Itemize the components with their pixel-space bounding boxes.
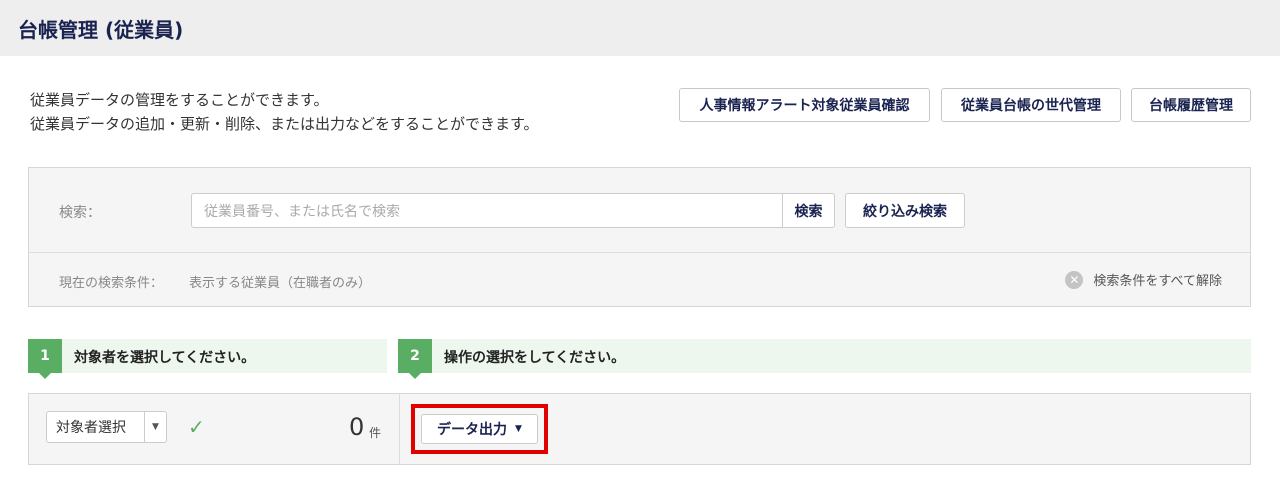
description-line-1: 従業員データの管理をすることができます。 [30, 91, 329, 109]
caret-down-icon[interactable]: ▼ [515, 424, 522, 434]
description-line-2: 従業員データの追加・更新・削除、または出力などをすることができます。 [30, 115, 539, 133]
selected-count: 0 [349, 413, 365, 441]
caret-down-icon[interactable]: ▼ [144, 412, 166, 442]
data-export-label[interactable]: データ出力 [437, 419, 507, 439]
search-panel: 検索： 従業員番号、または氏名で検索 検索 絞り込み検索 現在の検索条件： 表示… [28, 167, 1251, 307]
search-label: 検索： [59, 205, 101, 221]
ledger-generation-button[interactable]: 従業員台帳の世代管理 [941, 88, 1121, 122]
refine-search-button[interactable]: 絞り込み検索 [845, 193, 965, 228]
selected-count-unit: 件 [369, 426, 382, 440]
target-select-dropdown[interactable]: 対象者選択 ▼ [46, 411, 167, 443]
search-input[interactable]: 従業員番号、または氏名で検索 [191, 193, 783, 228]
step-2-banner: 2 操作の選択をしてください。 [398, 339, 1251, 379]
current-condition-value: 表示する従業員（在職者のみ） [189, 276, 372, 291]
hr-alert-employees-button[interactable]: 人事情報アラート対象従業員確認 [679, 88, 930, 122]
step-2-number: 2 [398, 339, 432, 379]
clear-circle-icon[interactable]: ✕ [1065, 270, 1084, 289]
page-title: 台帳管理 (従業員) [18, 18, 184, 42]
clear-all-label[interactable]: 検索条件をすべて解除 [1093, 270, 1222, 289]
ledger-history-button[interactable]: 台帳履歴管理 [1131, 88, 1251, 122]
operation-divider [399, 394, 400, 464]
check-icon: ✓ [188, 415, 205, 439]
data-export-button[interactable]: データ出力 ▼ [421, 414, 538, 444]
step-1-number: 1 [28, 339, 62, 379]
step-1-text: 対象者を選択してください。 [74, 350, 256, 366]
highlight-box: データ出力 ▼ [411, 404, 548, 454]
step-1-banner: 1 対象者を選択してください。 [28, 339, 387, 379]
current-condition-label: 現在の検索条件： [59, 276, 164, 291]
search-divider [29, 252, 1250, 253]
clear-all-conditions[interactable]: ✕ 検索条件をすべて解除 [1065, 270, 1222, 289]
target-select-label[interactable]: 対象者選択 [47, 417, 144, 437]
page-header: 台帳管理 (従業員) [0, 0, 1280, 56]
page-description: 従業員データの管理をすることができます。 従業員データの追加・更新・削除、または… [30, 88, 539, 136]
search-button[interactable]: 検索 [782, 193, 835, 228]
step-2-text: 操作の選択をしてください。 [444, 350, 626, 366]
operation-panel: 対象者選択 ▼ ✓ 0 件 データ出力 ▼ [28, 393, 1251, 465]
